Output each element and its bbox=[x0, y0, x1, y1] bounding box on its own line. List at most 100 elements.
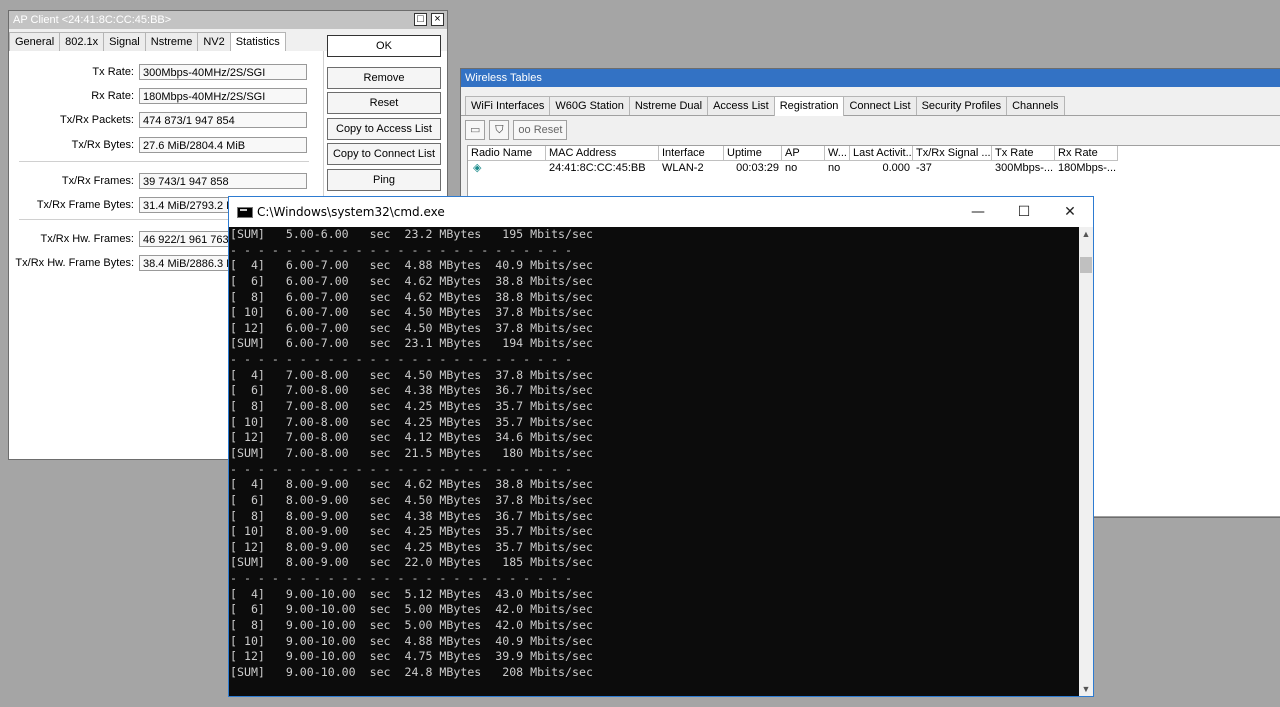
column-header-uptime[interactable]: Uptime bbox=[724, 146, 782, 161]
ap-client-title: AP Client <24:41:8C:CC:45:BB> bbox=[13, 14, 172, 26]
column-header-rx-rate[interactable]: Rx Rate bbox=[1055, 146, 1118, 161]
tab-registration[interactable]: Registration bbox=[773, 96, 845, 116]
terminal-line: - - - - - - - - - - - - - - - - - - - - … bbox=[230, 242, 573, 257]
field-tx-rx-packets: Tx/Rx Packets: 474 873/1 947 854 bbox=[9, 111, 307, 129]
tab-signal[interactable]: Signal bbox=[103, 32, 146, 51]
terminal-line: [ 12] 9.00-10.00 sec 4.75 MBytes 39.9 Mb… bbox=[230, 649, 593, 664]
table-cell: 180Mbps-... bbox=[1058, 162, 1117, 174]
copy-to-connect-list-button[interactable]: Copy to Connect List bbox=[327, 143, 441, 165]
tab-statistics[interactable]: Statistics bbox=[229, 32, 286, 52]
reset-button[interactable]: oo Reset bbox=[513, 120, 568, 140]
tab-channels[interactable]: Channels bbox=[1006, 96, 1065, 115]
table-cell: -37 bbox=[916, 162, 932, 174]
terminal-line: [SUM] 9.00-10.00 sec 24.8 MBytes 208 Mbi… bbox=[230, 664, 593, 679]
tab-general[interactable]: General bbox=[9, 32, 61, 51]
remove-button[interactable]: Remove bbox=[327, 67, 441, 89]
column-header-mac-address[interactable]: MAC Address bbox=[546, 146, 659, 161]
terminal-line: [ 12] 6.00-7.00 sec 4.50 MBytes 37.8 Mbi… bbox=[230, 320, 593, 335]
field-rx-rate: Rx Rate: 180Mbps-40MHz/2S/SGI bbox=[9, 87, 307, 105]
table-header: Radio Name MAC Address Interface Uptime AP W.… bbox=[468, 146, 1280, 161]
tab-802-1x[interactable]: 802.1x bbox=[59, 32, 105, 51]
copy-to-access-list-button[interactable]: Copy to Access List bbox=[327, 118, 441, 140]
terminal-line: [ 10] 6.00-7.00 sec 4.50 MBytes 37.8 Mbi… bbox=[230, 305, 593, 320]
field-label: Tx/Rx Frames: bbox=[61, 175, 134, 187]
table-body: ◈ 24:41:8C:CC:45:BB WLAN-2 00:03:29 no no 0.00… bbox=[468, 161, 1280, 176]
separator bbox=[19, 161, 309, 162]
terminal-line: [ 6] 9.00-10.00 sec 5.00 MBytes 42.0 Mbi… bbox=[230, 602, 593, 617]
column-header-tx-rate[interactable]: Tx Rate bbox=[992, 146, 1055, 161]
ok-button[interactable]: OK bbox=[327, 35, 441, 57]
column-header-interface[interactable]: Interface bbox=[659, 146, 724, 161]
cmd-titlebar[interactable]: C:\Windows\system32\cmd.exe — ☐ ✕ bbox=[229, 197, 1093, 227]
field-label: Tx Rate: bbox=[92, 66, 134, 78]
terminal-line: - - - - - - - - - - - - - - - - - - - - … bbox=[230, 352, 573, 367]
terminal-output[interactable]: [SUM] 5.00-6.00 sec 23.2 MBytes 195 Mbit… bbox=[229, 227, 1079, 696]
reset-label: Reset bbox=[533, 124, 563, 136]
cmd-title: C:\Windows\system32\cmd.exe bbox=[257, 205, 445, 219]
terminal-line: [SUM] 7.00-8.00 sec 21.5 MBytes 180 Mbit… bbox=[230, 445, 593, 460]
table-cell: ◈ bbox=[468, 161, 546, 176]
column-header-last-activit[interactable]: Last Activit... bbox=[850, 146, 913, 161]
field-label: Tx/Rx Frame Bytes: bbox=[36, 199, 134, 211]
ap-client-titlebar[interactable]: AP Client <24:41:8C:CC:45:BB> □ × bbox=[9, 11, 447, 29]
ping-button[interactable]: Ping bbox=[327, 169, 441, 191]
terminal-line: [ 4] 7.00-8.00 sec 4.50 MBytes 37.8 Mbit… bbox=[230, 367, 593, 382]
field-value: 39 743/1 947 858 bbox=[139, 173, 307, 189]
terminal-line: - - - - - - - - - - - - - - - - - - - - … bbox=[230, 571, 573, 586]
terminal-line: [ 4] 6.00-7.00 sec 4.88 MBytes 40.9 Mbit… bbox=[230, 258, 593, 273]
terminal-line: [ 8] 8.00-9.00 sec 4.38 MBytes 36.7 Mbit… bbox=[230, 508, 593, 523]
table-cell: 00:03:29 bbox=[736, 162, 779, 174]
field-label: Tx/Rx Bytes: bbox=[71, 139, 134, 151]
table-cell: 300Mbps-... bbox=[995, 162, 1054, 174]
column-header-w[interactable]: W... bbox=[825, 146, 850, 161]
terminal-line: [ 6] 8.00-9.00 sec 4.50 MBytes 37.8 Mbit… bbox=[230, 492, 593, 507]
close-icon[interactable]: ✕ bbox=[1047, 197, 1093, 227]
column-header-tx-rx-signal[interactable]: Tx/Rx Signal ... bbox=[913, 146, 992, 161]
field-value: 27.6 MiB/2804.4 MiB bbox=[139, 137, 307, 153]
maximize-icon[interactable]: ☐ bbox=[1001, 197, 1047, 227]
close-icon[interactable]: × bbox=[431, 13, 444, 26]
tab-access-list[interactable]: Access List bbox=[707, 96, 775, 115]
terminal-line: [ 4] 9.00-10.00 sec 5.12 MBytes 43.0 Mbi… bbox=[230, 586, 593, 601]
tab-connect-list[interactable]: Connect List bbox=[843, 96, 917, 115]
filter-icon[interactable]: ⛉ bbox=[489, 120, 510, 140]
reset-button[interactable]: Reset bbox=[327, 92, 441, 114]
table-cell: no bbox=[785, 162, 798, 174]
terminal-line: [ 8] 6.00-7.00 sec 4.62 MBytes 38.8 Mbit… bbox=[230, 289, 593, 304]
terminal-line: [SUM] 5.00-6.00 sec 23.2 MBytes 195 Mbit… bbox=[230, 227, 593, 241]
table-row[interactable]: ◈ 24:41:8C:CC:45:BB WLAN-2 00:03:29 no no 0.00… bbox=[468, 161, 1280, 176]
field-tx-rx-bytes: Tx/Rx Bytes: 27.6 MiB/2804.4 MiB bbox=[9, 136, 307, 154]
table-cell: no bbox=[828, 162, 841, 174]
scroll-up-icon[interactable]: ▲ bbox=[1079, 229, 1093, 239]
tab-nstreme-dual[interactable]: Nstreme Dual bbox=[628, 96, 709, 115]
maximize-icon[interactable]: □ bbox=[414, 13, 427, 26]
minimize-icon[interactable]: — bbox=[955, 197, 1001, 227]
remove-icon[interactable]: ▭ bbox=[465, 120, 486, 140]
cmd-window: C:\Windows\system32\cmd.exe — ☐ ✕ [SUM] … bbox=[228, 196, 1094, 697]
tab-security-profiles[interactable]: Security Profiles bbox=[915, 96, 1008, 115]
tab-nv2[interactable]: NV2 bbox=[197, 32, 231, 51]
terminal-scrollbar[interactable]: ▲ ▼ bbox=[1079, 227, 1093, 696]
wireless-tables-title: Wireless Tables bbox=[465, 72, 542, 84]
tab-wifi-interfaces[interactable]: WiFi Interfaces bbox=[465, 96, 551, 115]
field-value: 300Mbps-40MHz/2S/SGI bbox=[139, 64, 307, 80]
wireless-tables-titlebar[interactable]: Wireless Tables bbox=[461, 69, 1280, 87]
terminal-line: [ 12] 7.00-8.00 sec 4.12 MBytes 34.6 Mbi… bbox=[230, 430, 593, 445]
terminal-line: [SUM] 8.00-9.00 sec 22.0 MBytes 185 Mbit… bbox=[230, 555, 593, 570]
field-value: 180Mbps-40MHz/2S/SGI bbox=[139, 88, 307, 104]
terminal-line: - - - - - - - - - - - - - - - - - - - - … bbox=[230, 461, 573, 476]
table-cell: 24:41:8C:CC:45:BB bbox=[549, 162, 646, 174]
column-header-radio-name[interactable]: Radio Name bbox=[468, 146, 546, 161]
terminal-line: [ 12] 8.00-9.00 sec 4.25 MBytes 35.7 Mbi… bbox=[230, 539, 593, 554]
scroll-down-icon[interactable]: ▼ bbox=[1079, 684, 1093, 694]
terminal-line: [ 10] 7.00-8.00 sec 4.25 MBytes 35.7 Mbi… bbox=[230, 414, 593, 429]
tab-nstreme[interactable]: Nstreme bbox=[144, 32, 199, 51]
registration-toolbar: ▭ ⛉ oo Reset bbox=[461, 116, 1280, 144]
column-header-ap[interactable]: AP bbox=[782, 146, 825, 161]
tab-w60g-station[interactable]: W60G Station bbox=[549, 96, 630, 115]
scrollbar-thumb[interactable] bbox=[1080, 257, 1092, 273]
terminal-line: [ 8] 7.00-8.00 sec 4.25 MBytes 35.7 Mbit… bbox=[230, 399, 593, 414]
reset-icon: oo bbox=[518, 124, 531, 136]
field-tx-rate: Tx Rate: 300Mbps-40MHz/2S/SGI bbox=[9, 63, 307, 81]
terminal-line: [ 8] 9.00-10.00 sec 5.00 MBytes 42.0 Mbi… bbox=[230, 618, 593, 633]
